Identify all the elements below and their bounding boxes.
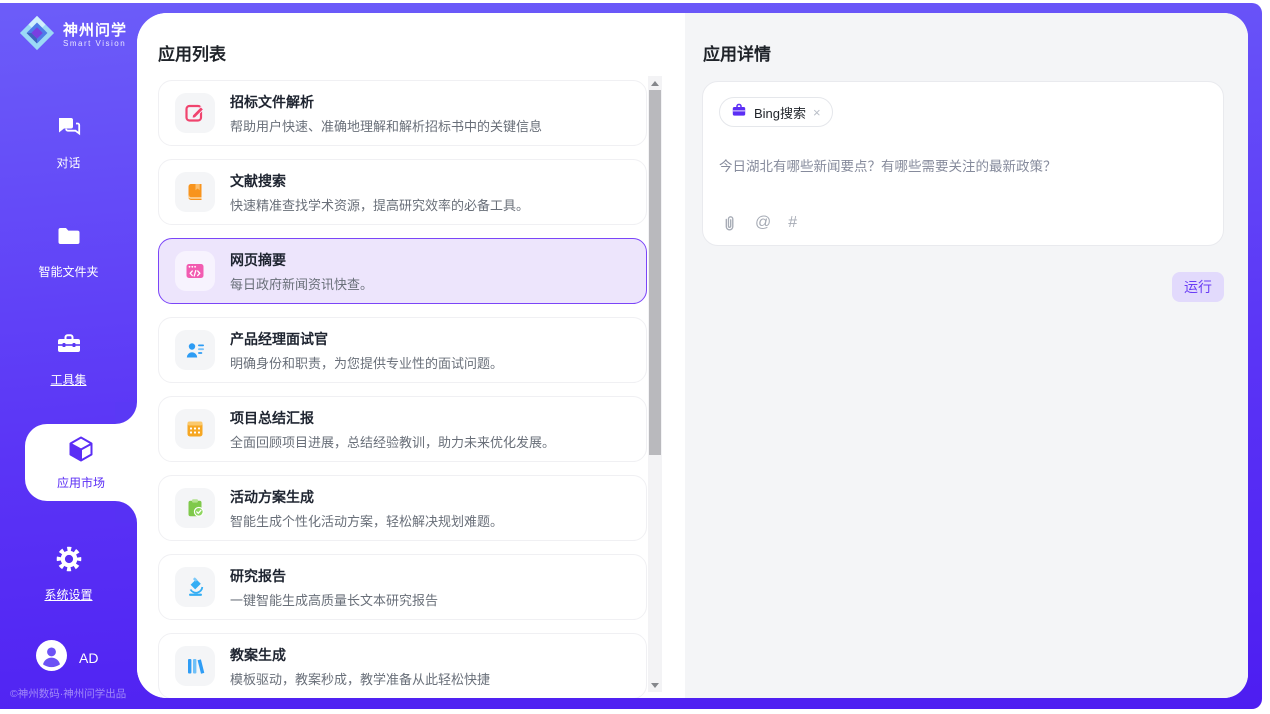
web-summary-icon: [175, 251, 215, 291]
sidebar-item-label: 应用市场: [57, 474, 105, 491]
app-detail-panel: 应用详情 Bing搜索 × 今日湖北有哪些新闻要点？有哪些需要关注的最新政策？: [685, 13, 1248, 698]
cube-icon: [66, 434, 96, 469]
app-card-title: 网页摘要: [230, 250, 373, 270]
app-card-research-report[interactable]: 研究报告 一键智能生成高质量长文本研究报告: [158, 554, 647, 620]
app-list-title: 应用列表: [158, 40, 226, 65]
avatar-icon: [36, 640, 67, 676]
paperclip-icon[interactable]: [720, 214, 738, 232]
tool-chip-label: Bing搜索: [754, 103, 806, 122]
literature-book-icon: [175, 172, 215, 212]
app-card-desc: 每日政府新闻资讯快查。: [230, 274, 373, 293]
app-card-desc: 全面回顾项目进展，总结经验教训，助力未来优化发展。: [230, 432, 555, 451]
app-card-title: 项目总结汇报: [230, 408, 555, 428]
tender-doc-icon: [175, 93, 215, 133]
app-card-desc: 帮助用户快速、准确地理解和解析招标书中的关键信息: [230, 116, 542, 135]
sidebar-item-chat[interactable]: 对话: [0, 113, 137, 171]
brand-subtitle: Smart Vision: [63, 39, 127, 49]
active-tab-curve-bottom: [115, 501, 137, 523]
chat-icon: [55, 113, 83, 146]
scroll-track[interactable]: [648, 90, 662, 678]
app-card-desc: 快速精准查找学术资源，提高研究效率的必备工具。: [230, 195, 529, 214]
toolbox-icon: [55, 330, 83, 363]
app-card-web-summary[interactable]: 网页摘要 每日政府新闻资讯快查。: [158, 238, 647, 304]
app-card-title: 文献搜索: [230, 171, 529, 191]
app-card-desc: 模板驱动，教案秒成，教学准备从此轻松快捷: [230, 669, 490, 688]
run-button[interactable]: 运行: [1172, 272, 1224, 302]
hash-icon[interactable]: #: [788, 214, 797, 232]
app-card-lesson-plan[interactable]: 教案生成 模板驱动，教案秒成，教学准备从此轻松快捷: [158, 633, 647, 698]
folder-icon: [55, 222, 83, 255]
query-text[interactable]: 今日湖北有哪些新闻要点？有哪些需要关注的最新政策？: [719, 155, 1207, 175]
sidebar-item-label: 对话: [56, 154, 80, 171]
interviewer-icon: [175, 330, 215, 370]
brand-logo: 神州问学 Smart Vision: [18, 14, 127, 57]
prompt-card: Bing搜索 × 今日湖北有哪些新闻要点？有哪些需要关注的最新政策？ @ #: [702, 81, 1224, 246]
app-card-title: 产品经理面试官: [230, 329, 503, 349]
app-frame: 神州问学 Smart Vision 对话 智能文件夹: [0, 3, 1262, 709]
sidebar-item-label: 工具集: [50, 371, 86, 388]
gem-logo-icon: [18, 14, 56, 57]
close-icon[interactable]: ×: [813, 106, 821, 119]
project-report-icon: [175, 409, 215, 449]
app-card-title: 研究报告: [230, 566, 438, 586]
gear-icon: [55, 545, 83, 578]
sidebar-item-label: 智能文件夹: [38, 263, 98, 280]
sidebar-item-app-market[interactable]: 应用市场: [25, 424, 137, 501]
copyright-text: ©神州数码·神州问学出品: [10, 686, 126, 701]
lesson-plan-icon: [175, 646, 215, 686]
active-tab-curve-top: [115, 402, 137, 424]
app-card-project-report[interactable]: 项目总结汇报 全面回顾项目进展，总结经验教训，助力未来优化发展。: [158, 396, 647, 462]
run-row: 运行: [685, 272, 1224, 302]
attachment-toolbar: @ #: [720, 214, 797, 232]
tool-chip-bing-search[interactable]: Bing搜索 ×: [719, 97, 833, 127]
app-card-title: 招标文件解析: [230, 92, 542, 112]
mention-at-icon[interactable]: @: [755, 214, 771, 232]
event-plan-icon: [175, 488, 215, 528]
scroll-thumb[interactable]: [649, 90, 661, 455]
sidebar: 神州问学 Smart Vision 对话 智能文件夹: [0, 3, 137, 709]
brand-name: 神州问学: [63, 22, 127, 39]
app-card-tender-doc[interactable]: 招标文件解析 帮助用户快速、准确地理解和解析招标书中的关键信息: [158, 80, 647, 146]
app-list-panel: 应用列表 招标文件解析 帮助用户快速、准确地理解和解析招标书中的关键信息: [137, 13, 685, 698]
list-scrollbar[interactable]: [648, 76, 662, 692]
app-card-desc: 智能生成个性化活动方案，轻松解决规划难题。: [230, 511, 503, 530]
user-name: AD: [79, 650, 98, 666]
scroll-up-icon[interactable]: [651, 76, 659, 90]
scroll-down-icon[interactable]: [651, 678, 659, 692]
app-card-title: 活动方案生成: [230, 487, 503, 507]
app-card-desc: 明确身份和职责，为您提供专业性的面试问题。: [230, 353, 503, 372]
briefcase-icon: [731, 102, 747, 123]
app-card-literature-search[interactable]: 文献搜索 快速精准查找学术资源，提高研究效率的必备工具。: [158, 159, 647, 225]
app-detail-title: 应用详情: [703, 40, 771, 65]
research-icon: [175, 567, 215, 607]
app-cards: 招标文件解析 帮助用户快速、准确地理解和解析招标书中的关键信息 文献搜索: [158, 80, 647, 698]
user-account[interactable]: AD: [36, 640, 98, 676]
main-container: 应用列表 招标文件解析 帮助用户快速、准确地理解和解析招标书中的关键信息: [137, 13, 1248, 698]
app-card-desc: 一键智能生成高质量长文本研究报告: [230, 590, 438, 609]
app-card-pm-interviewer[interactable]: 产品经理面试官 明确身份和职责，为您提供专业性的面试问题。: [158, 317, 647, 383]
sidebar-item-smart-folder[interactable]: 智能文件夹: [0, 222, 137, 280]
app-card-event-plan[interactable]: 活动方案生成 智能生成个性化活动方案，轻松解决规划难题。: [158, 475, 647, 541]
app-card-title: 教案生成: [230, 645, 490, 665]
sidebar-item-settings[interactable]: 系统设置: [0, 545, 137, 603]
sidebar-item-label: 系统设置: [44, 586, 92, 603]
sidebar-item-toolset[interactable]: 工具集: [0, 330, 137, 388]
